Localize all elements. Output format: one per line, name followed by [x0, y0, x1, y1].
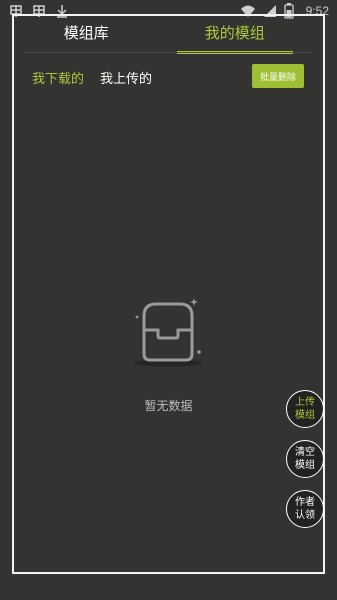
- batch-delete-button[interactable]: 批量删除: [252, 64, 304, 88]
- clear-mods-button[interactable]: 清空 模组: [286, 440, 324, 478]
- empty-box-icon: [128, 290, 208, 370]
- tab-divider: [24, 52, 312, 53]
- author-claim-button[interactable]: 作者 认领: [286, 490, 324, 528]
- tab-mod-library[interactable]: 模组库: [12, 24, 161, 52]
- subtab-uploaded[interactable]: 我上传的: [100, 68, 152, 87]
- sub-tabs: 我下载的 我上传的: [32, 68, 152, 87]
- subtab-downloaded[interactable]: 我下载的: [32, 68, 84, 87]
- tab-my-mods[interactable]: 我的模组: [161, 24, 310, 54]
- top-tabs: 模组库 我的模组: [12, 24, 310, 54]
- upload-mod-button[interactable]: 上传 模组: [286, 390, 324, 428]
